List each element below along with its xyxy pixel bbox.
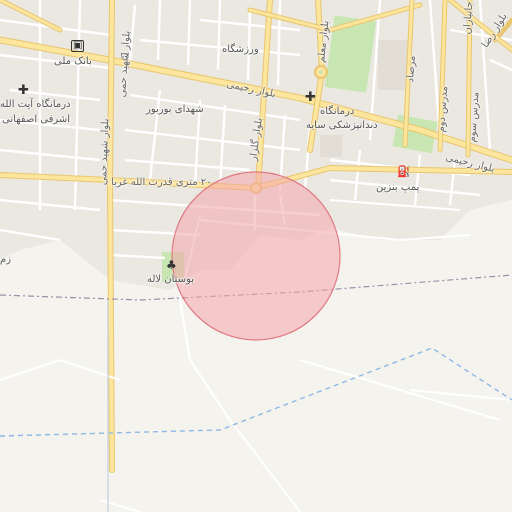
- label-dental-saye: دندانپزشکی سایه: [306, 120, 378, 131]
- label-park-laleh: بوستان لاله: [147, 274, 195, 285]
- building-area: [320, 135, 342, 157]
- label-gas-station: پمپ بنزین: [376, 182, 420, 193]
- label-clinic-ashrafi: اشرفی اصفهانی: [2, 114, 71, 125]
- label-clinic-ayatollah: درمانگاه آیت الله: [0, 99, 71, 110]
- map-canvas[interactable]: ▣ ⛉ ✚ ✚ ⛽ ♣ بانک ملی ورزشگاه درمانگاه آی…: [0, 0, 512, 512]
- label-varzeshgah: ورزشگاه: [222, 44, 259, 55]
- label-bank-melli: بانک ملی: [54, 56, 92, 67]
- area-circle[interactable]: [171, 171, 341, 341]
- building-area: [378, 40, 408, 90]
- map-layer: [0, 0, 512, 512]
- park-tree-icon[interactable]: ♣: [166, 259, 177, 271]
- label-shohada-boorboor: شهدای بوربور: [146, 104, 204, 115]
- label-street-20m: ۲۰ متری قدرت الله غربا: [111, 177, 212, 188]
- label-edge: زم: [0, 254, 12, 265]
- medical-cross-icon[interactable]: ✚: [18, 84, 29, 97]
- label-marsad: مرصاد: [405, 55, 418, 83]
- bank-icon[interactable]: ▣: [71, 40, 85, 52]
- label-janbazan: جانبازان: [462, 1, 476, 35]
- fuel-pump-icon[interactable]: ⛽: [397, 166, 411, 177]
- label-shahid-hamm: بلوار شهید حمی: [98, 118, 112, 186]
- label-clinic: درمانگاه: [320, 106, 355, 117]
- medical-cross-icon[interactable]: ✚: [305, 91, 316, 104]
